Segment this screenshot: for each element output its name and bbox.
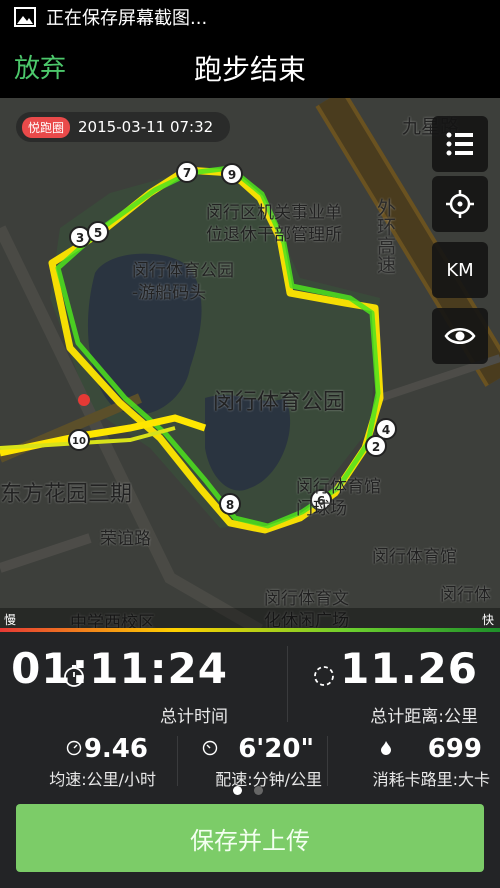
distance-icon (314, 666, 334, 686)
page-title: 跑步结束 (193, 53, 306, 86)
map-label-dongfang: 东方花园三期 (0, 482, 133, 507)
total-time-stat: 01:11:24 总计时间 (0, 640, 250, 732)
avg-speed-value: 9.46 (83, 734, 148, 764)
speed-legend-fast: 快 (481, 613, 494, 627)
screenshot-icon (14, 7, 36, 27)
total-time-value: 01:11:24 (11, 644, 228, 693)
calories-value: 699 (427, 734, 482, 764)
map-label-rongyi: 荣谊路 (100, 529, 151, 549)
map-label-stadium: 闵行体育馆 门球场 (296, 477, 381, 519)
map-label-outer-ring: 外环高速 (374, 198, 396, 274)
svg-text:4: 4 (382, 423, 390, 437)
status-text: 正在保存屏幕截图... (46, 8, 208, 29)
speed-legend: 慢 快 (0, 608, 500, 630)
stats-panel: 01:11:24 总计时间 11.26 总计距离:公里 9.46 均速:公里/小… (0, 632, 500, 888)
total-time-label: 总计时间 (160, 707, 228, 727)
map-label-gov-unit: 闵行区机关事业单 位退休干部管理所 (206, 203, 342, 245)
calories-label: 消耗卡路里:大卡 (372, 770, 490, 789)
crosshair-icon (446, 190, 474, 218)
brand-badge: 悦跑圈 (22, 116, 71, 138)
pace-label: 配速:分钟/公里 (215, 770, 322, 789)
page-dot-active[interactable] (233, 786, 242, 795)
run-date-pill: 悦跑圈 2015-03-11 07:32 (16, 112, 230, 142)
route-map[interactable]: 7 9 3 5 4 2 6 8 10 九星路 外环高速 闵行区机关事业单 位退休… (0, 98, 500, 630)
svg-text:5: 5 (94, 226, 102, 240)
avg-speed-stat: 9.46 均速:公里/小时 (0, 734, 166, 789)
total-distance-value: 11.26 (340, 644, 478, 693)
pace-stat: 6'20" 配速:分钟/公里 (166, 734, 332, 789)
km-label: KM (446, 259, 474, 281)
flame-icon (381, 741, 391, 755)
calories-stat: 699 消耗卡路里:大卡 (334, 734, 500, 789)
eye-icon (444, 328, 476, 344)
avg-speed-label: 均速:公里/小时 (49, 770, 156, 789)
map-label-boat-dock: 闵行体育公园 -游船码头 (132, 261, 234, 303)
segments-list-button[interactable] (432, 116, 488, 172)
speedometer-icon (66, 740, 82, 756)
svg-text:7: 7 (183, 166, 191, 180)
total-distance-stat: 11.26 总计距离:公里 (250, 640, 500, 732)
pace-gauge-icon (202, 740, 218, 756)
map-label-stadium2: 闵行体育馆 (372, 547, 457, 567)
svg-text:2: 2 (372, 440, 380, 454)
abandon-button[interactable]: 放弃 (14, 48, 66, 85)
km-markers-button[interactable]: KM (432, 242, 488, 298)
divider (327, 736, 328, 786)
status-bar: 正在保存屏幕截图... (0, 0, 500, 34)
list-icon (446, 132, 473, 156)
map-label-right-edge: 闵行体 (440, 585, 491, 605)
page-indicator (233, 786, 263, 795)
save-upload-button[interactable]: 保存并上传 (16, 804, 484, 872)
svg-text:9: 9 (228, 168, 236, 182)
pace-value: 6'20" (238, 734, 314, 764)
speed-legend-slow: 慢 (4, 613, 17, 627)
title-bar: 放弃 跑步结束 (0, 34, 500, 98)
locate-button[interactable] (432, 176, 488, 232)
page-dot[interactable] (254, 786, 263, 795)
map-label-sports-park: 闵行体育公园 (213, 390, 346, 415)
svg-text:3: 3 (76, 231, 84, 245)
svg-text:10: 10 (72, 436, 86, 447)
svg-text:8: 8 (226, 498, 234, 512)
visibility-button[interactable] (432, 308, 488, 364)
run-datetime: 2015-03-11 07:32 (78, 118, 214, 136)
total-distance-label: 总计距离:公里 (370, 707, 478, 727)
